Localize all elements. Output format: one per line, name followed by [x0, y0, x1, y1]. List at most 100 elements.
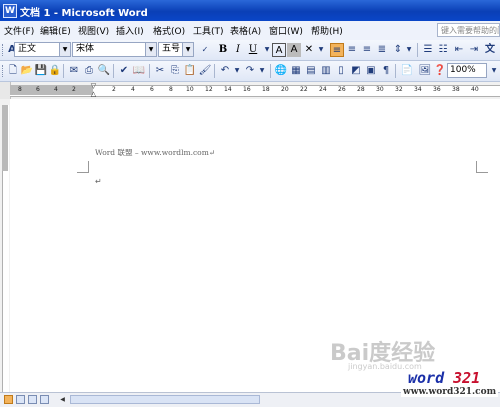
- decrease-indent-icon[interactable]: ⇤: [452, 43, 466, 57]
- outline-view-button[interactable]: [40, 395, 49, 404]
- align-center-icon[interactable]: ≡: [345, 43, 359, 57]
- word-app-icon[interactable]: W: [3, 4, 17, 18]
- indent-marker[interactable]: ▽ △: [90, 82, 97, 98]
- insert-table-icon[interactable]: ▤: [304, 64, 318, 78]
- print-view-button[interactable]: [28, 395, 37, 404]
- font-size-select[interactable]: 五号 ▼: [158, 42, 194, 57]
- open-folder-icon[interactable]: 📂: [20, 64, 34, 78]
- char-border-button[interactable]: A: [272, 43, 286, 57]
- copy-icon[interactable]: ⎘: [168, 64, 182, 78]
- document-header-line[interactable]: Word 联盟 – www.wordlm.com↵: [95, 147, 215, 158]
- drawing-icon[interactable]: ◩: [349, 64, 363, 78]
- scroll-left-icon[interactable]: ◀: [58, 395, 67, 404]
- show-hide-icon[interactable]: ¶: [379, 64, 393, 78]
- style-select[interactable]: 正文 ▼: [14, 42, 71, 57]
- distributed-align-icon[interactable]: ≣: [375, 43, 389, 57]
- help-search-input[interactable]: 键入需要帮助的问题: [437, 23, 500, 37]
- toolbar-separator: [113, 64, 114, 78]
- underline-button[interactable]: U: [246, 43, 260, 57]
- numbering-icon[interactable]: ☰: [421, 43, 435, 57]
- new-document-icon[interactable]: 🗋: [6, 64, 20, 78]
- menu-format[interactable]: 格式(O): [153, 24, 185, 37]
- standard-toolbar: 🗋 📂 💾 🔒 ✉ ⎙ 🔍 ✔ 📖 ✂ ⎘ 📋 🖌 ↶ ▼ ↷ ▼ 🌐 ▦ ▤ …: [0, 61, 500, 82]
- save-icon[interactable]: 💾: [34, 64, 48, 78]
- menu-view[interactable]: 视图(V): [78, 24, 109, 37]
- toolbar-separator: [214, 64, 215, 78]
- word321-logo: word 321: [408, 369, 480, 387]
- toolbar-separator: [395, 64, 396, 78]
- title-bar: W 文档 1 - Microsoft Word: [0, 0, 500, 21]
- spelling-check-icon[interactable]: ✔: [117, 64, 131, 78]
- tables-borders-icon[interactable]: ▦: [289, 64, 303, 78]
- char-shading-button[interactable]: A: [287, 43, 301, 57]
- print-icon[interactable]: ⎙: [82, 64, 96, 78]
- formatting-toolbar: A 正文 ▼ 宋体 ▼ 五号 ▼ ✓ B I U ▼ A A ✕ ▼ ≡ ≡ ≡…: [0, 40, 500, 61]
- asian-layout-icon[interactable]: 文: [483, 43, 497, 57]
- permission-icon[interactable]: 🔒: [48, 64, 62, 78]
- research-icon[interactable]: 📖: [132, 64, 146, 78]
- bold-button[interactable]: B: [216, 43, 230, 57]
- print-preview-icon[interactable]: 🔍: [97, 64, 111, 78]
- increase-indent-icon[interactable]: ⇥: [467, 43, 481, 57]
- menu-insert[interactable]: 插入(I): [116, 24, 144, 37]
- header-text: Word 联盟 – www.wordlm.com: [95, 148, 209, 157]
- font-select-value: 宋体: [76, 44, 95, 54]
- reading-mode-icon[interactable]: 📄: [400, 64, 414, 78]
- align-justify-button[interactable]: ≡: [330, 43, 344, 57]
- ruler-tick: 14: [224, 86, 232, 93]
- chevron-down-icon[interactable]: ▼: [314, 43, 328, 57]
- normal-view-button[interactable]: [4, 395, 13, 404]
- format-painter-icon[interactable]: 🖌: [198, 64, 212, 78]
- chevron-down-icon[interactable]: ▼: [255, 64, 269, 78]
- font-size-select-value: 五号: [162, 44, 181, 54]
- menu-file[interactable]: 文件(F): [4, 24, 34, 37]
- ruler-tick: 4: [54, 86, 58, 93]
- toolbar-separator: [149, 64, 150, 78]
- web-view-button[interactable]: [16, 395, 25, 404]
- menu-table[interactable]: 表格(A): [230, 24, 261, 37]
- ruler-tick: 2: [112, 86, 116, 93]
- crop-mark-top-right: [476, 161, 488, 173]
- document-map-icon[interactable]: ▣: [364, 64, 378, 78]
- insert-picture-icon[interactable]: 🖼: [418, 64, 432, 78]
- chevron-down-icon[interactable]: ▼: [230, 64, 244, 78]
- ruler-tick: 6: [36, 86, 40, 93]
- chevron-down-icon[interactable]: ▼: [59, 43, 70, 56]
- crop-mark-top-left: [77, 161, 89, 173]
- menu-edit[interactable]: 编辑(E): [40, 24, 71, 37]
- style-select-value: 正文: [18, 44, 37, 54]
- horizontal-ruler[interactable]: 8 6 4 2 2 4 6 8 10 12 14 16 18 20 22 24 …: [0, 82, 500, 100]
- ruler-tick: 22: [300, 86, 308, 93]
- chevron-down-icon[interactable]: ▼: [182, 43, 193, 56]
- chevron-down-icon[interactable]: ▼: [402, 43, 416, 57]
- document-page[interactable]: Word 联盟 – www.wordlm.com↵ ↵: [10, 99, 500, 392]
- paste-icon[interactable]: 📋: [183, 64, 197, 78]
- font-select[interactable]: 宋体 ▼: [72, 42, 157, 57]
- spelling-icon[interactable]: ✓: [198, 43, 212, 57]
- menu-help[interactable]: 帮助(H): [311, 24, 343, 37]
- word321-logo-number: 321: [453, 369, 481, 387]
- ruler-tick: 10: [186, 86, 194, 93]
- columns-icon[interactable]: ▯: [334, 64, 348, 78]
- chevron-down-icon[interactable]: ▼: [487, 64, 500, 78]
- hyperlink-icon[interactable]: 🌐: [274, 64, 288, 78]
- help-icon[interactable]: ❓: [433, 64, 447, 78]
- zoom-select[interactable]: 100%: [447, 63, 487, 78]
- toolbar-separator: [63, 64, 64, 78]
- menu-window[interactable]: 窗口(W): [269, 24, 303, 37]
- toolbar-separator: [417, 43, 418, 57]
- italic-button[interactable]: I: [231, 43, 245, 57]
- chevron-down-icon[interactable]: ▼: [145, 43, 156, 56]
- word321-logo-word: word: [408, 369, 445, 387]
- menu-bar: 文件(F) 编辑(E) 视图(V) 插入(I) 格式(O) 工具(T) 表格(A…: [0, 21, 500, 41]
- insert-excel-icon[interactable]: ▥: [319, 64, 333, 78]
- bullets-icon[interactable]: ☷: [436, 43, 450, 57]
- empty-paragraph-mark[interactable]: ↵: [95, 177, 102, 186]
- align-right-icon[interactable]: ≡: [360, 43, 374, 57]
- ruler-tick: 16: [243, 86, 251, 93]
- horizontal-scrollbar[interactable]: [70, 395, 260, 404]
- menu-tools[interactable]: 工具(T): [193, 24, 224, 37]
- window-title: 文档 1 - Microsoft Word: [20, 8, 148, 19]
- cut-icon[interactable]: ✂: [153, 64, 167, 78]
- email-icon[interactable]: ✉: [67, 64, 81, 78]
